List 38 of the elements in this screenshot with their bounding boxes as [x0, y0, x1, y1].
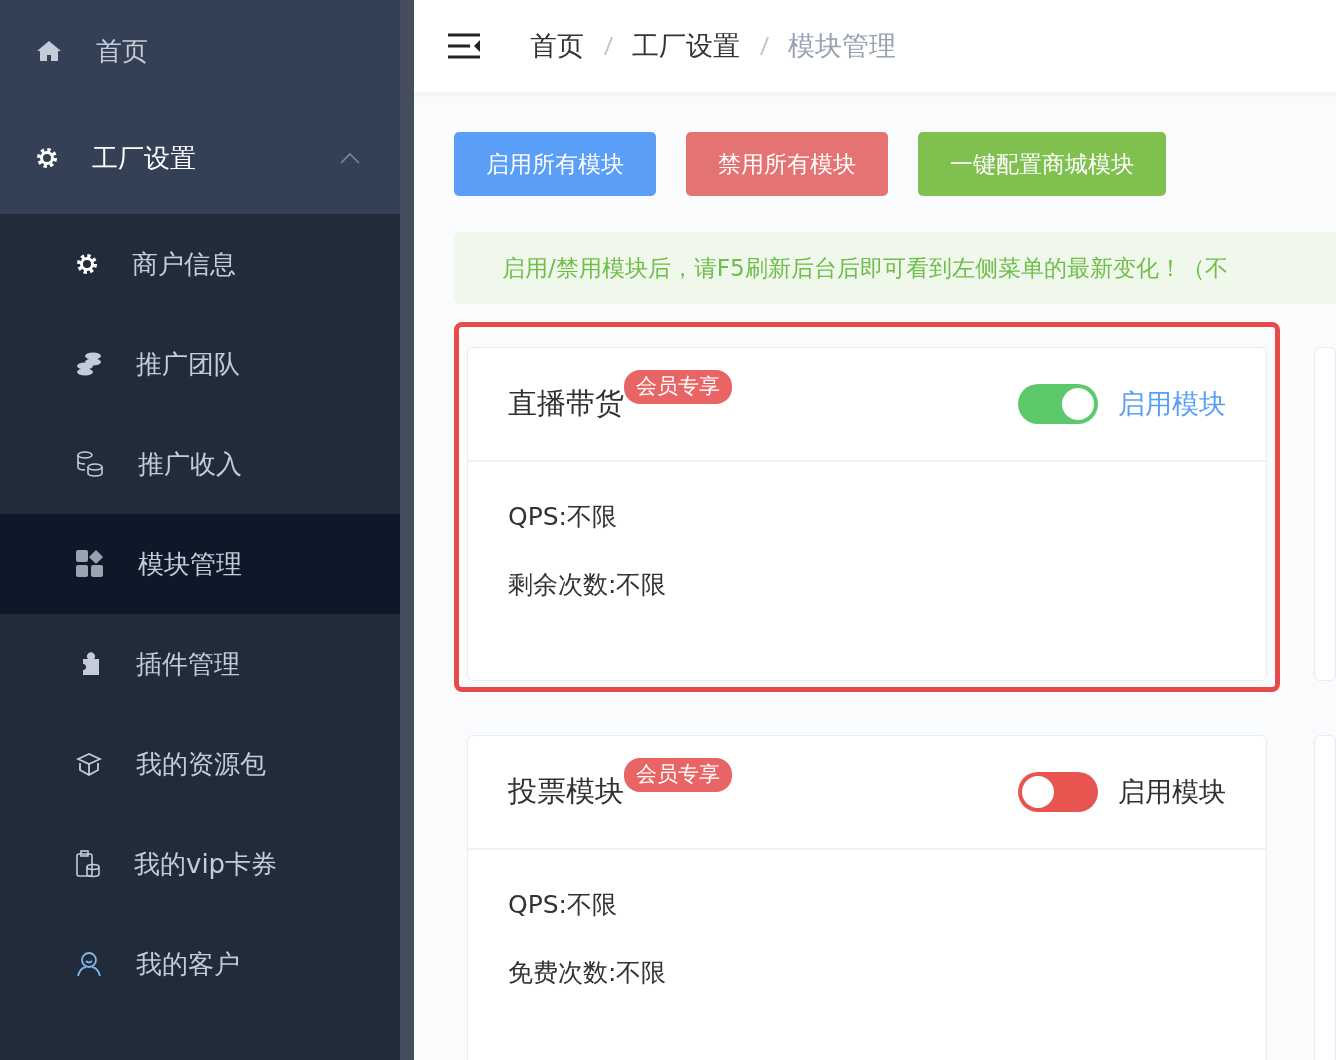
sidebar-item[interactable]: 我的客户 [0, 914, 400, 1014]
toggle-label: 启用模块 [1118, 774, 1226, 809]
house-icon [36, 40, 62, 62]
toggle-switch[interactable] [1018, 384, 1098, 424]
coins-icon [76, 352, 102, 376]
sidebar-item[interactable]: 推广收入 [0, 414, 400, 514]
sidebar-item[interactable]: 工厂设置 [0, 102, 400, 214]
gear-icon [36, 147, 58, 169]
slash-icon [758, 34, 770, 58]
box-icon [76, 752, 102, 776]
sidebar-item[interactable]: 插件管理 [0, 614, 400, 714]
breadcrumb-current: 模块管理 [788, 28, 896, 63]
user-icon [76, 951, 102, 977]
module-info: 剩余次数:不限 [507, 568, 668, 601]
module-info: 免费次数:不限 [507, 956, 668, 989]
breadcrumb-link[interactable]: 工厂设置 [632, 25, 740, 67]
toggle-switch[interactable] [1018, 772, 1098, 812]
sidebar-item[interactable]: 我的vip卡券 [0, 814, 400, 914]
sidebar-item[interactable]: 商户信息 [0, 214, 400, 314]
sidebar-item[interactable]: 首页 [0, 0, 400, 102]
menu-collapse-icon[interactable] [448, 33, 480, 59]
module-info: QPS:不限 [507, 889, 619, 921]
gear-icon [76, 253, 98, 275]
sidebar-item[interactable]: 模块管理 [0, 514, 400, 614]
sidebar-item[interactable]: 我的资源包 [0, 714, 400, 814]
slash-icon [602, 34, 614, 58]
toggle-label: 启用模块 [1118, 386, 1226, 421]
clipboard-icon [76, 850, 100, 878]
notice-alert: 启用/禁用模块后，请F5刷新后台后即可看到左侧菜单的最新变化！（不 [454, 232, 1336, 304]
coins-icon [76, 451, 104, 477]
module-info: QPS:不限 [507, 501, 619, 533]
grid-icon [76, 550, 104, 578]
vip-badge: 会员专享 [624, 370, 732, 404]
module-title: 直播带货 [508, 385, 624, 423]
breadcrumb-link[interactable]: 首页 [530, 25, 584, 67]
vip-badge: 会员专享 [624, 758, 732, 792]
sidebar-item[interactable]: 推广团队 [0, 314, 400, 414]
module-title: 投票模块 [508, 773, 624, 811]
